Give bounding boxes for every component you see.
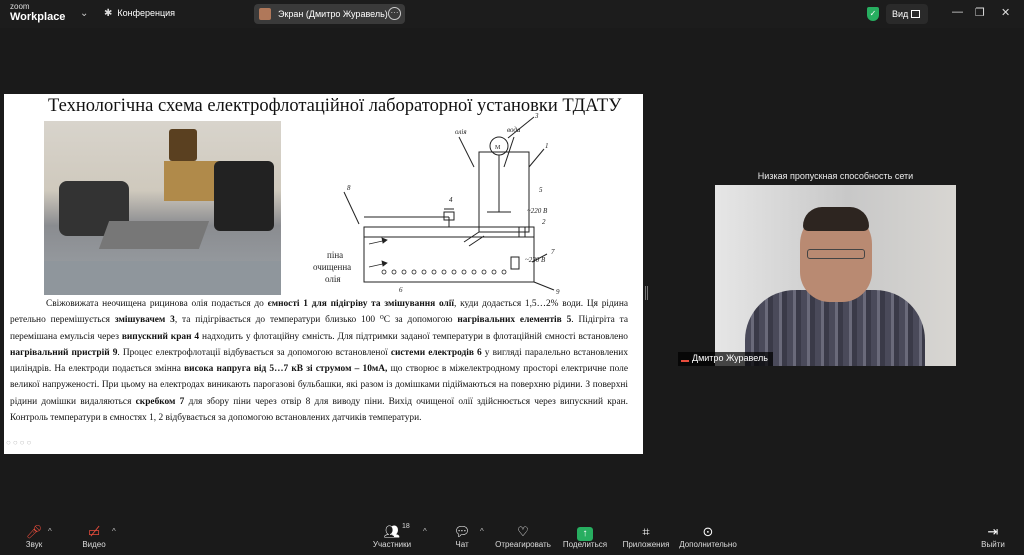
video-off-icon: ▭̸ — [87, 524, 101, 539]
flotation-schema-diagram: олія вода 3 1 5 ~220 В 2 4 8 7 ~220 В 6 … — [313, 112, 560, 296]
svg-text:4: 4 — [449, 196, 453, 204]
window-titlebar: zoom Workplace ⌄ ✱ Конференция Экран (Дми… — [0, 0, 1024, 28]
meeting-info-button[interactable]: ✱ Конференция — [104, 8, 175, 19]
paw-icon: ✱ — [104, 8, 113, 19]
description-segment: Свіжовижата неочищена рицинова олія пода… — [46, 299, 268, 309]
participant-name-tag: Дмитро Журавель — [678, 352, 773, 366]
video-label: Видео — [82, 540, 106, 549]
zoom-logo: zoom Workplace — [10, 3, 65, 23]
description-bold-segment: системи електродів 6 — [390, 347, 482, 358]
react-label: Отреагировать — [495, 540, 551, 549]
shield-icon[interactable]: ✓ — [867, 7, 879, 21]
minimize-icon[interactable]: — — [952, 6, 963, 18]
presenter-avatar — [259, 8, 271, 20]
svg-text:М: М — [495, 145, 501, 151]
share-screen-pill[interactable]: Экран (Дмитро Журавель) ··· — [254, 4, 405, 24]
svg-text:2: 2 — [542, 218, 546, 226]
lab-setup-photo — [44, 121, 281, 295]
leave-button[interactable]: ⇥ Выйти — [980, 523, 1006, 549]
svg-text:9: 9 — [556, 288, 560, 296]
participant-name: Дмитро Журавель — [692, 353, 768, 363]
shared-screen-slide: Технологічна схема електрофлотаційної ла… — [4, 94, 643, 454]
heart-icon: ♡ — [517, 524, 529, 539]
label-foam: піна — [327, 250, 343, 260]
slide-description: Свіжовижата неочищена рицинова олія пода… — [10, 296, 628, 426]
microphone-muted-icon: 🎤︎ — [25, 524, 43, 539]
video-button[interactable]: ▭̸ Видео — [78, 523, 110, 549]
audio-button[interactable]: 🎤︎ Звук — [18, 523, 50, 549]
description-bold-segment: змішувачем 3 — [114, 315, 175, 326]
logo-top: zoom — [10, 2, 30, 11]
network-warning: Низкая пропускная способность сети — [757, 171, 914, 181]
more-label: Дополнительно — [679, 540, 737, 549]
description-bold-segment: нагрівальний пристрій 9 — [10, 347, 118, 358]
description-segment: , та підігрівається до температури близь… — [174, 315, 458, 326]
svg-text:~220 В: ~220 В — [525, 256, 546, 264]
chat-label: Чат — [455, 540, 469, 549]
description-segment: надходить у флотаційну ємність. Для підт… — [199, 331, 628, 342]
description-bold-segment: випускний кран 4 — [121, 331, 200, 342]
description-bold-segment: скребком 7 — [135, 396, 185, 407]
view-layout-icon — [911, 10, 920, 18]
label-purified: очищенна — [313, 262, 351, 272]
chat-icon: 💬︎ — [453, 524, 471, 539]
view-label: Вид — [892, 9, 909, 19]
chat-button[interactable]: 💬︎ Чат — [448, 523, 476, 549]
participants-count: 18 — [402, 523, 410, 530]
view-button[interactable]: Вид — [886, 4, 928, 24]
participants-button[interactable]: 👥︎ 18 Участники — [368, 523, 416, 549]
leave-icon: ⇥ — [987, 524, 999, 539]
resize-handle[interactable] — [645, 286, 648, 300]
participants-label: Участники — [372, 540, 412, 549]
share-screen-icon: ↑ — [577, 527, 593, 541]
restore-icon[interactable]: ❐ — [975, 6, 985, 19]
svg-text:~220 В: ~220 В — [527, 207, 548, 215]
description-bold-segment: висока напруга від 5…7 кВ зі струмом – 1… — [184, 364, 388, 375]
meeting-toolbar: 🎤︎ Звук ^ ▭̸ Видео ^ 👥︎ 18 Участники ^ 💬… — [0, 520, 1024, 555]
apps-button[interactable]: ⌗ Приложения — [620, 523, 672, 549]
svg-text:3: 3 — [534, 112, 539, 120]
more-options-icon[interactable]: ··· — [388, 7, 401, 20]
svg-text:8: 8 — [347, 184, 351, 192]
share-label-bottom: Поделиться — [562, 540, 608, 549]
apps-icon: ⌗ — [642, 524, 650, 539]
share-button[interactable]: ↑ Поделиться — [562, 523, 608, 549]
signal-icon — [681, 354, 689, 362]
watermark: ○ ○ ○ ○ — [6, 438, 32, 447]
description-segment: . Процес електрофлотації відбувається за… — [117, 347, 391, 358]
more-button[interactable]: ⊙ Дополнительно — [678, 523, 738, 549]
label-water: вода — [507, 126, 521, 134]
meeting-label: Конференция — [117, 8, 176, 18]
close-icon[interactable]: ✕ — [1001, 6, 1010, 19]
description-bold-segment: ємності 1 для підігріву та змішування ол… — [267, 299, 454, 309]
label-oil: олія — [455, 128, 467, 136]
svg-text:1: 1 — [545, 142, 549, 150]
apps-label: Приложения — [622, 540, 670, 549]
leave-label: Выйти — [981, 540, 1005, 549]
svg-text:6: 6 — [399, 286, 403, 294]
more-icon: ⊙ — [702, 524, 714, 539]
svg-text:5: 5 — [539, 186, 543, 194]
react-button[interactable]: ♡ Отреагировать — [494, 523, 552, 549]
share-label: Экран (Дмитро Журавель) — [278, 9, 388, 19]
participant-video[interactable] — [715, 185, 956, 366]
chevron-down-icon[interactable]: ⌄ — [80, 8, 88, 19]
label-oil-out: олія — [325, 274, 341, 284]
svg-text:7: 7 — [551, 248, 555, 256]
audio-label: Звук — [25, 540, 43, 549]
logo-bottom: Workplace — [10, 11, 66, 23]
description-bold-segment: нагрівальних елементів 5 — [457, 315, 572, 326]
